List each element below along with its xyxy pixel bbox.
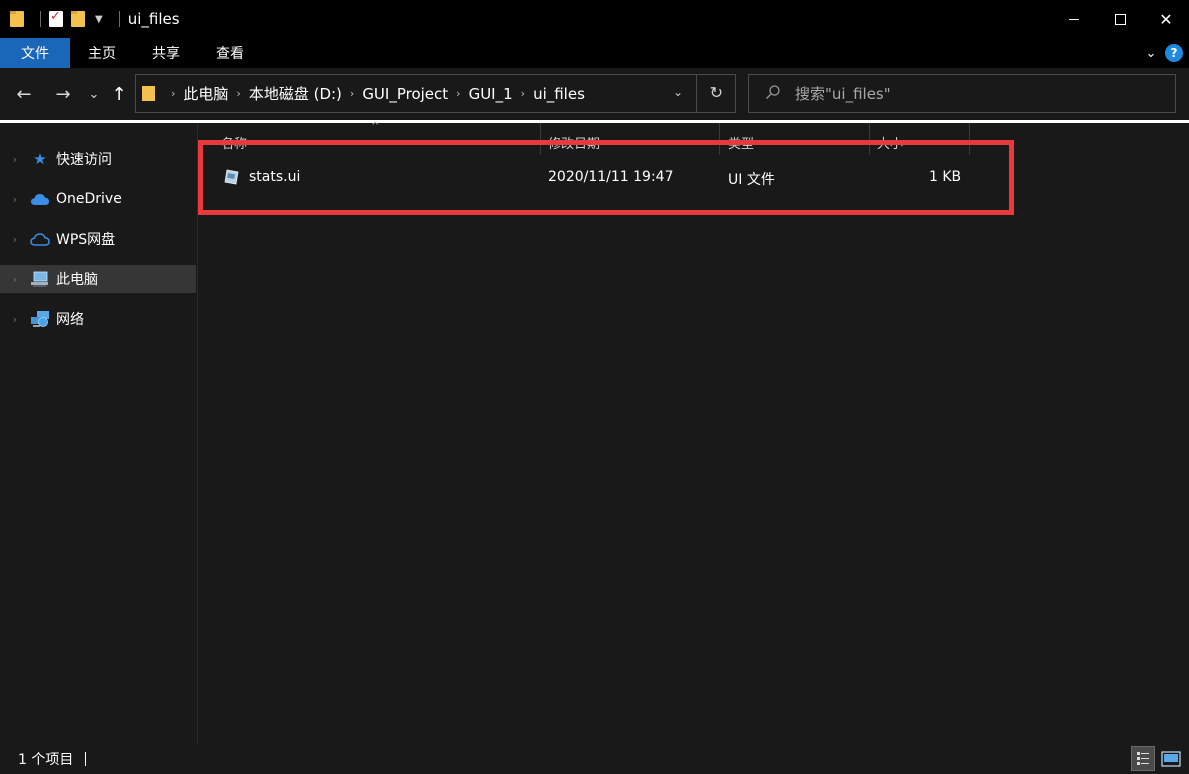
highlight-annotation-box [198, 140, 1014, 215]
recent-locations-dropdown[interactable]: ⌄ [83, 82, 105, 106]
sidebar-item-network[interactable]: › 网络 [0, 305, 196, 333]
forward-button[interactable]: → [52, 82, 74, 106]
search-icon [765, 84, 781, 104]
maximize-button[interactable] [1097, 0, 1143, 38]
navigation-pane: › ★ 快速访问 › OneDrive › WPS网盘 › 此电脑 › 网络 [0, 123, 198, 743]
toolbar-separator [118, 11, 120, 27]
close-button[interactable]: ✕ [1143, 0, 1189, 38]
breadcrumb-gui-project[interactable]: GUI_Project [362, 85, 448, 103]
search-box[interactable] [748, 74, 1176, 113]
close-icon: ✕ [1159, 9, 1173, 29]
navigation-bar: ← → ⌄ ↑ › 此电脑 › 本地磁盘 (D:) › GUI_Project … [0, 68, 1189, 120]
details-view-button[interactable] [1131, 746, 1155, 771]
breadcrumb-separator-icon[interactable]: › [350, 87, 354, 100]
breadcrumb-separator-icon[interactable]: › [521, 87, 525, 100]
breadcrumb-local-disk[interactable]: 本地磁盘 (D:) [249, 83, 342, 104]
expand-chevron-icon[interactable]: › [0, 273, 30, 286]
status-bar: 1 个项目 [0, 743, 1189, 774]
customize-toolbar-dropdown-icon[interactable]: ▼ [95, 14, 103, 25]
star-icon: ★ [33, 150, 47, 168]
breadcrumb-separator-icon[interactable]: › [171, 87, 175, 100]
folder-icon[interactable] [10, 11, 26, 27]
tab-view[interactable]: 查看 [198, 38, 262, 68]
address-divider [696, 75, 697, 112]
expand-ribbon-chevron-icon[interactable]: ⌄ [1141, 38, 1161, 68]
folder-icon [142, 86, 155, 101]
tab-file[interactable]: 文件 [0, 38, 70, 68]
expand-chevron-icon[interactable]: › [0, 313, 30, 326]
toolbar-separator [40, 11, 41, 27]
sidebar-item-label: 此电脑 [56, 272, 98, 288]
breadcrumb-ui-files[interactable]: ui_files [533, 85, 585, 103]
network-icon [30, 310, 50, 328]
sidebar-item-onedrive[interactable]: › OneDrive [0, 185, 196, 213]
large-icons-view-button[interactable] [1159, 746, 1183, 771]
details-view-icon [1137, 751, 1149, 765]
refresh-icon[interactable]: ↻ [710, 83, 723, 102]
computer-icon [30, 270, 50, 288]
cloud-icon [30, 190, 50, 208]
maximize-icon [1114, 13, 1126, 25]
sidebar-item-label: 网络 [56, 312, 84, 328]
tab-share[interactable]: 共享 [134, 38, 198, 68]
sidebar-item-label: OneDrive [56, 191, 122, 207]
large-icons-view-icon [1161, 750, 1181, 767]
minimize-button[interactable] [1051, 0, 1097, 38]
expand-chevron-icon[interactable]: › [0, 233, 30, 246]
breadcrumb-separator-icon[interactable]: › [236, 87, 240, 100]
up-button[interactable]: ↑ [108, 82, 130, 106]
sidebar-item-wps-drive[interactable]: › WPS网盘 [0, 225, 196, 253]
title-bar: ▼ ui_files ✕ [0, 0, 1189, 38]
sidebar-item-label: WPS网盘 [56, 232, 116, 248]
item-count: 1 个项目 [18, 751, 74, 768]
quick-access-toolbar: ▼ ui_files [0, 0, 180, 38]
sidebar-item-this-pc[interactable]: › 此电脑 [0, 265, 196, 293]
expand-chevron-icon[interactable]: › [0, 153, 30, 166]
tab-home[interactable]: 主页 [70, 38, 134, 68]
properties-icon[interactable] [49, 9, 65, 27]
ribbon-tabs: 文件 主页 共享 查看 ⌄ ? [0, 38, 1189, 68]
address-bar[interactable]: › 此电脑 › 本地磁盘 (D:) › GUI_Project › GUI_1 … [135, 74, 736, 113]
search-input[interactable] [795, 84, 1155, 103]
breadcrumb-separator-icon[interactable]: › [456, 87, 460, 100]
file-list-pane: ^ 名称 修改日期 类型 大小 stats.ui 2020/11/11 19:4… [199, 121, 1189, 743]
sidebar-item-quick-access[interactable]: › ★ 快速访问 [0, 145, 196, 173]
window-title: ui_files [127, 10, 180, 28]
status-separator [85, 751, 87, 766]
sidebar-item-label: 快速访问 [56, 152, 112, 168]
address-history-dropdown-icon[interactable]: ⌄ [673, 85, 683, 99]
expand-chevron-icon[interactable]: › [0, 193, 30, 206]
breadcrumb-this-pc[interactable]: 此电脑 [183, 83, 228, 104]
cloud-outline-icon [30, 230, 50, 248]
new-folder-icon[interactable] [71, 11, 87, 27]
back-button[interactable]: ← [13, 82, 35, 106]
breadcrumb-gui-1[interactable]: GUI_1 [469, 85, 513, 103]
help-icon[interactable]: ? [1165, 44, 1183, 62]
minimize-icon [1069, 18, 1079, 20]
